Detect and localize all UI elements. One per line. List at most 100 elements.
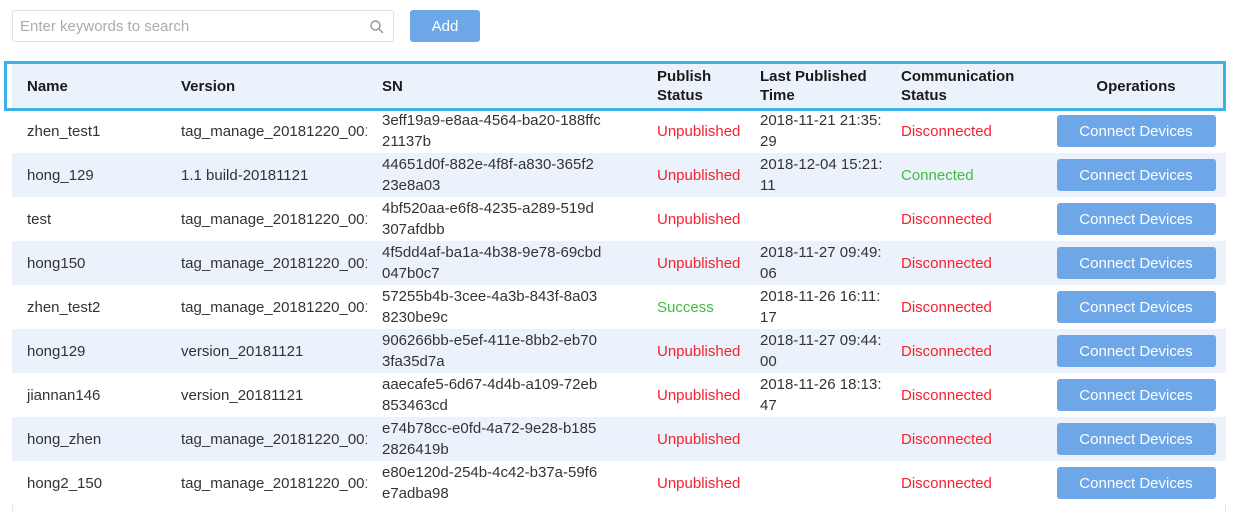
table-row: hong129 version_20181121 906266bb-e5ef-411… [12, 329, 1226, 373]
cell-publish-status: Unpublished [657, 254, 741, 272]
search-input[interactable] [13, 11, 393, 41]
add-button[interactable]: Add [410, 10, 480, 42]
table-row: hong_129 1.1 build-20181121 44651d0f-882e-… [12, 153, 1226, 197]
cell-operations: Connect Devices [1046, 417, 1226, 461]
cell-communication-status: Disconnected [901, 430, 992, 448]
cell-communication-status: Disconnected [901, 210, 992, 228]
cell-publish-status: Unpublished [657, 210, 741, 228]
cell-sn: 44651d0f-882e-4f8f-a830-365f223e8a03 [382, 156, 594, 194]
header-last-published-time[interactable]: Last Published Time [745, 63, 886, 109]
cell-sn: 906266bb-e5ef-411e-8bb2-eb703fa35d7a [382, 332, 597, 370]
cell-last-published-time: 2018-11-27 09:44:00 [760, 332, 882, 370]
header-publish-status-line1: Publish [657, 68, 712, 85]
cell-name: hong2_150 [27, 474, 103, 492]
cell-version: tag_manage_20181220_001 [181, 122, 367, 140]
cell-name: zhen_test1 [27, 122, 101, 140]
cell-name: hong_129 [27, 166, 94, 184]
cell-last-published-time [745, 197, 886, 241]
cell-version: 1.1 build-20181121 [181, 166, 309, 184]
table-header-row: Name Version SN Publish Status Last Publ… [12, 63, 1226, 109]
table-row: hong2_150 tag_manage_20181220_001 e80e120d… [12, 461, 1226, 505]
connect-devices-button[interactable]: Connect Devices [1056, 467, 1216, 499]
connect-devices-button[interactable]: Connect Devices [1056, 159, 1216, 191]
cell-sn: e74b78cc-e0fd-4a72-9e28-b1852826419b [382, 420, 597, 458]
cell-sn: aaecafe5-6d67-4d4b-a109-72eb853463cd [382, 376, 598, 414]
cell-operations: Connect Devices [1046, 197, 1226, 241]
header-name[interactable]: Name [12, 63, 166, 109]
cell-last-published-time [745, 417, 886, 461]
search-box[interactable] [12, 10, 394, 42]
cell-operations: Connect Devices [1046, 241, 1226, 285]
header-comm-status-line2: Status [901, 87, 947, 104]
cell-version: tag_manage_20181220_001 [181, 298, 367, 316]
header-last-published-line2: Time [760, 87, 795, 104]
cell-sn: 4bf520aa-e6f8-4235-a289-519d307afdbb [382, 200, 594, 238]
table-body: zhen_test1 tag_manage_20181220_001 3eff19a… [12, 109, 1226, 505]
cell-name: hong129 [27, 342, 86, 360]
toolbar: Add [12, 10, 480, 42]
cell-communication-status: Disconnected [901, 386, 992, 404]
search-icon[interactable] [369, 19, 385, 35]
header-comm-status-line1: Communication [901, 68, 1015, 85]
cell-operations: Connect Devices [1046, 373, 1226, 417]
cell-name: jiannan146 [27, 386, 101, 404]
cell-communication-status: Disconnected [901, 298, 992, 316]
cell-last-published-time [745, 461, 886, 505]
cell-sn: 3eff19a9-e8aa-4564-ba20-188ffc21137b [382, 112, 601, 150]
cell-publish-status: Unpublished [657, 386, 741, 404]
cell-publish-status: Unpublished [657, 342, 741, 360]
cell-communication-status: Disconnected [901, 254, 992, 272]
cell-sn: 4f5dd4af-ba1a-4b38-9e78-69cbd047b0c7 [382, 244, 602, 282]
cell-version: version_20181121 [181, 386, 304, 404]
connect-devices-button[interactable]: Connect Devices [1056, 423, 1216, 455]
cell-last-published-time: 2018-12-04 15:21:11 [760, 156, 883, 194]
cell-name: zhen_test2 [27, 298, 101, 316]
table-row: hong150 tag_manage_20181220_001 4f5dd4af-b… [12, 241, 1226, 285]
connect-devices-button[interactable]: Connect Devices [1056, 115, 1216, 147]
cell-name: test [27, 210, 52, 228]
cell-last-published-time: 2018-11-21 21:35:29 [760, 112, 882, 150]
cell-publish-status: Unpublished [657, 122, 741, 140]
cell-communication-status: Connected [901, 166, 974, 184]
cell-operations: Connect Devices [1046, 285, 1226, 329]
cell-communication-status: Disconnected [901, 474, 992, 492]
device-table: Name Version SN Publish Status Last Publ… [12, 63, 1226, 505]
header-publish-status[interactable]: Publish Status [642, 63, 745, 109]
cell-communication-status: Disconnected [901, 122, 992, 140]
connect-devices-button[interactable]: Connect Devices [1056, 335, 1216, 367]
header-communication-status[interactable]: Communication Status [886, 63, 1046, 109]
header-last-published-line1: Last Published [760, 68, 867, 85]
cell-operations: Connect Devices [1046, 153, 1226, 197]
connect-devices-button[interactable]: Connect Devices [1056, 247, 1216, 279]
connect-devices-button[interactable]: Connect Devices [1056, 291, 1216, 323]
table-row: jiannan146 version_20181121 aaecafe5-6d67-… [12, 373, 1226, 417]
cell-name: hong150 [27, 254, 86, 272]
header-version[interactable]: Version [166, 63, 367, 109]
cell-sn: e80e120d-254b-4c42-b37a-59f6e7adba98 [382, 464, 598, 502]
cell-operations: Connect Devices [1046, 461, 1226, 505]
cell-publish-status: Unpublished [657, 474, 741, 492]
table-row: zhen_test1 tag_manage_20181220_001 3eff19a… [12, 109, 1226, 153]
cell-publish-status: Unpublished [657, 166, 741, 184]
header-publish-status-line2: Status [657, 87, 703, 104]
connect-devices-button[interactable]: Connect Devices [1056, 203, 1216, 235]
cell-operations: Connect Devices [1046, 329, 1226, 373]
cell-version: version_20181121 [181, 342, 304, 360]
header-operations: Operations [1096, 77, 1176, 95]
table-row: zhen_test2 tag_manage_20181220_001 57255b4… [12, 285, 1226, 329]
cell-communication-status: Disconnected [901, 342, 992, 360]
cell-name: hong_zhen [27, 430, 102, 448]
table-row: hong_zhen tag_manage_20181220_001 e74b78cc… [12, 417, 1226, 461]
cell-operations: Connect Devices [1046, 109, 1226, 153]
cell-last-published-time: 2018-11-27 09:49:06 [760, 244, 882, 282]
cell-version: tag_manage_20181220_001 [181, 210, 367, 228]
cell-version: tag_manage_20181220_001 [181, 474, 367, 492]
connect-devices-button[interactable]: Connect Devices [1056, 379, 1216, 411]
cell-sn: 57255b4b-3cee-4a3b-843f-8a038230be9c [382, 288, 598, 326]
cell-publish-status: Unpublished [657, 430, 741, 448]
table-row: test tag_manage_20181220_001 4bf520aa-e6f8… [12, 197, 1226, 241]
cell-last-published-time: 2018-11-26 16:11:17 [760, 288, 881, 326]
cell-last-published-time: 2018-11-26 18:13:47 [760, 376, 882, 414]
cell-version: tag_manage_20181220_001 [181, 430, 367, 448]
header-sn[interactable]: SN [367, 63, 642, 109]
